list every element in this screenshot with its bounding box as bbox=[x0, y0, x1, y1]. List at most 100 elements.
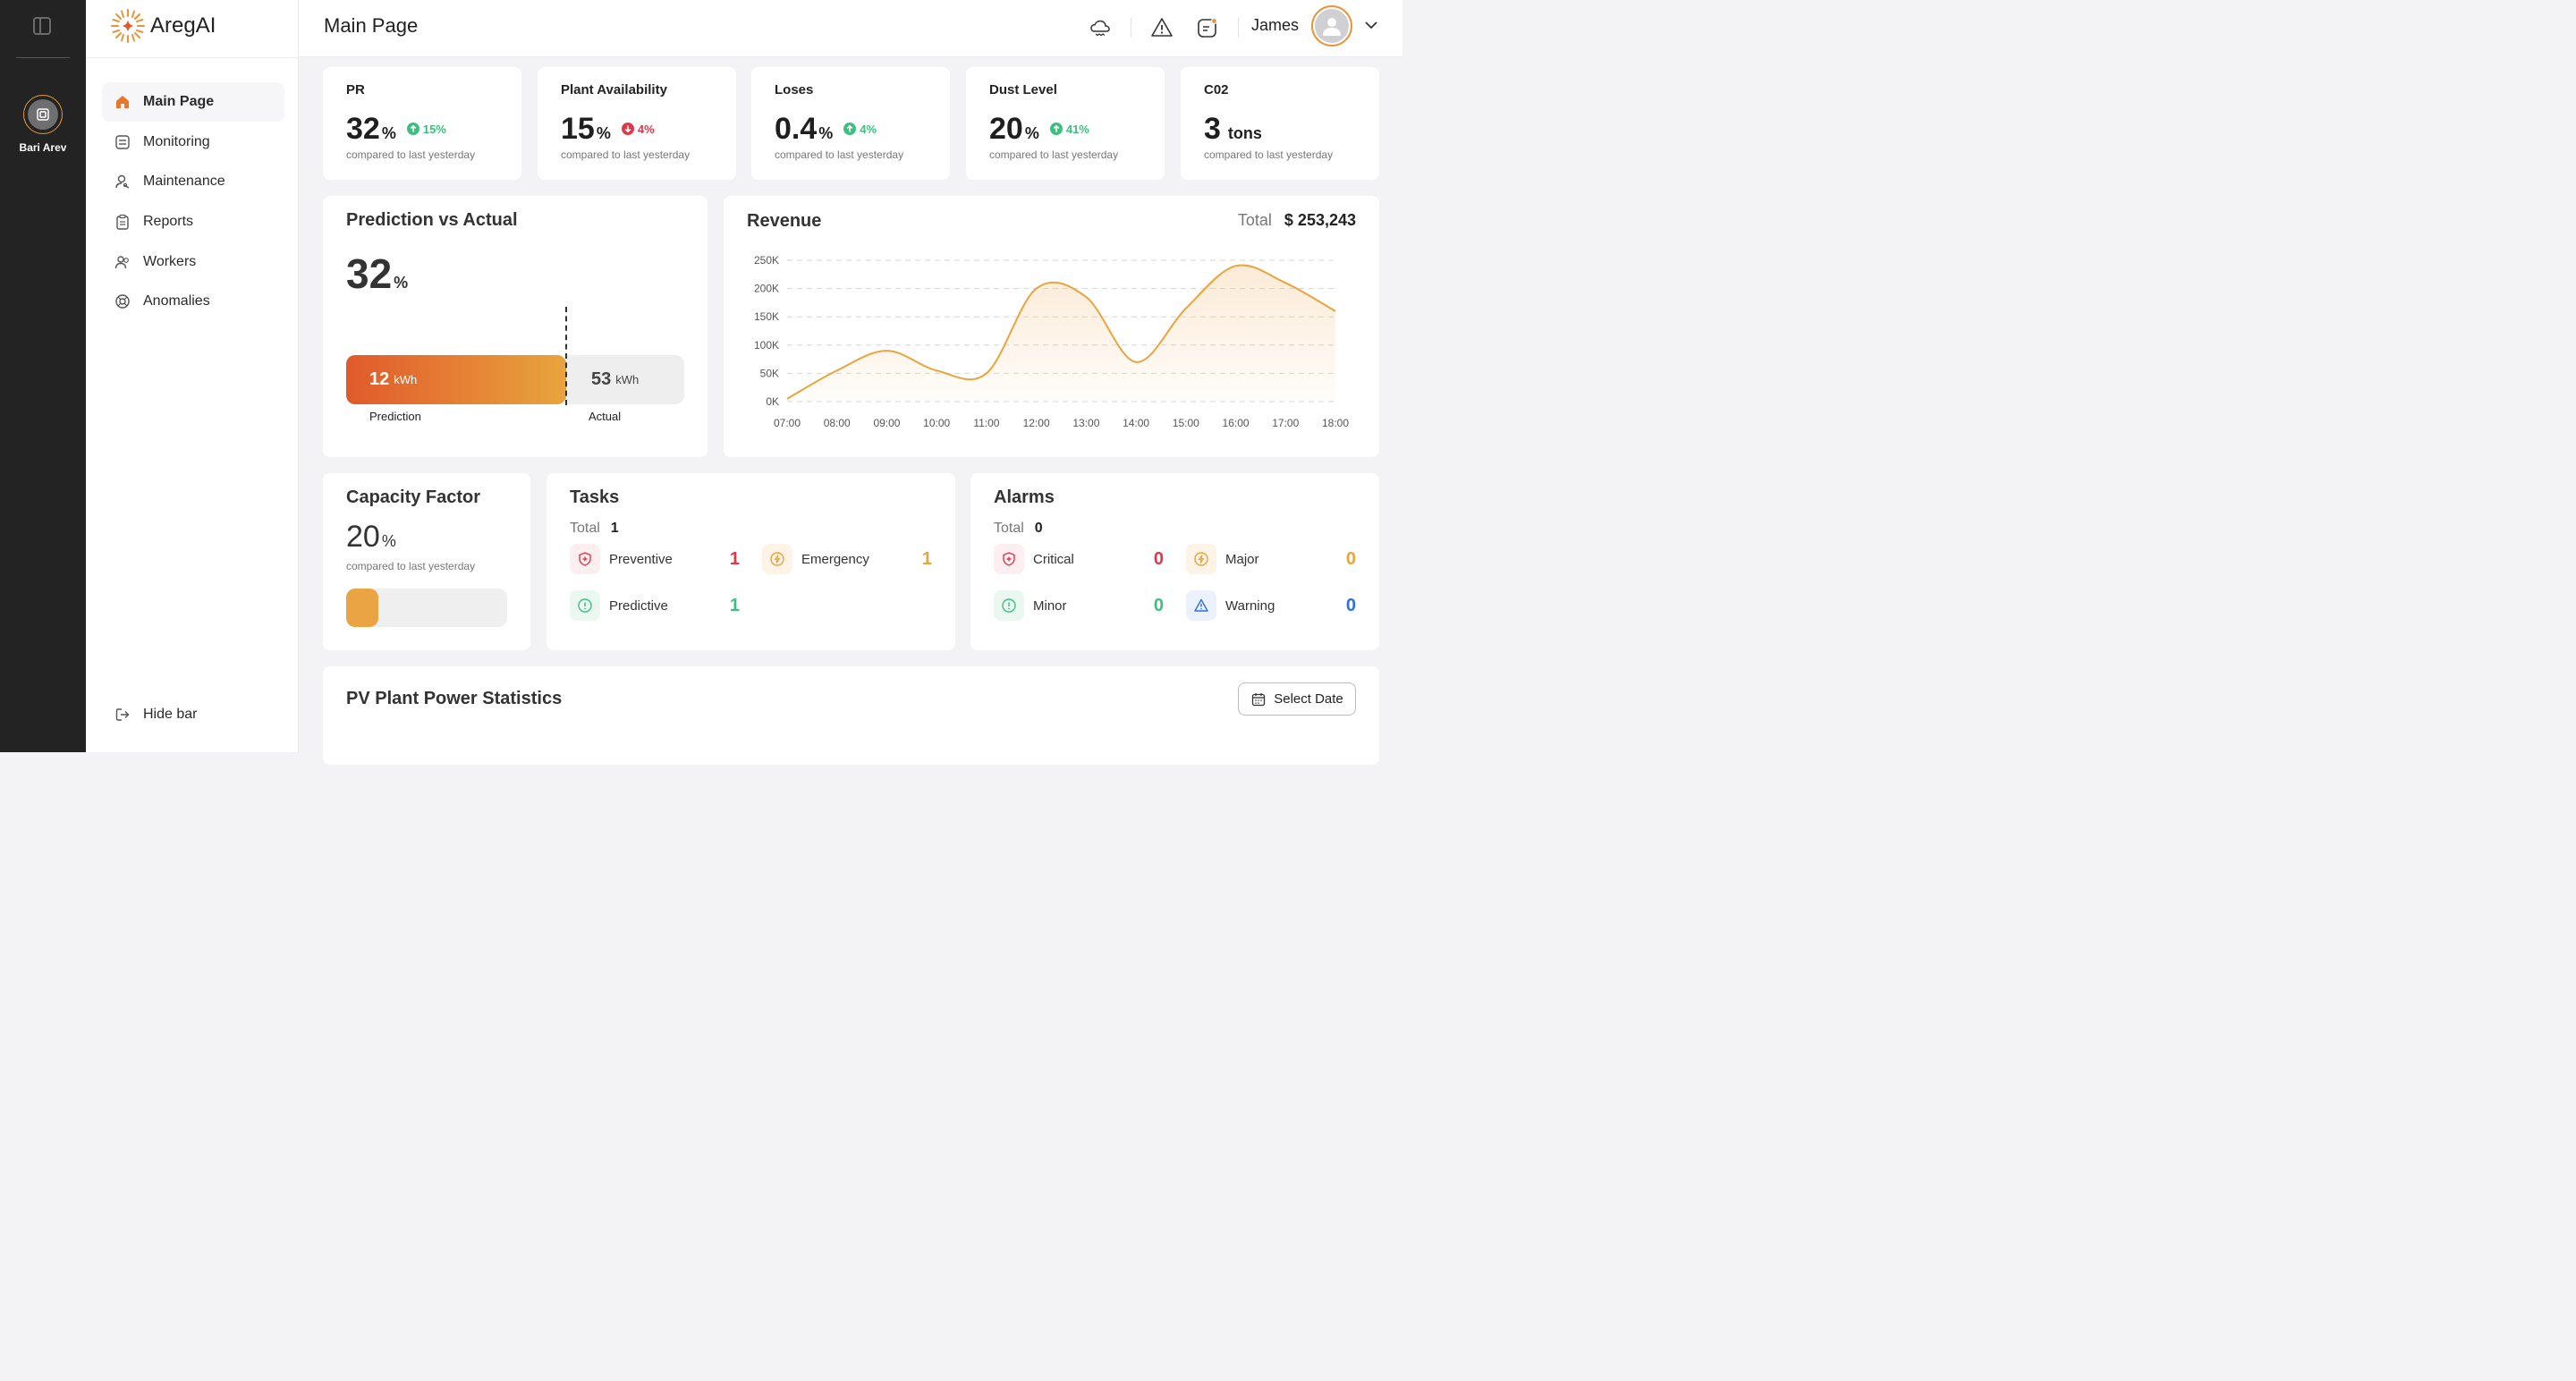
revenue-area bbox=[787, 265, 1335, 402]
hide-bar-label: Hide bar bbox=[143, 707, 198, 722]
capacity-card: Capacity Factor 20 % compared to last ye… bbox=[323, 473, 530, 650]
stat-value: 1 bbox=[729, 548, 740, 569]
top-divider bbox=[1238, 18, 1239, 38]
chevron-down-icon[interactable] bbox=[1363, 17, 1379, 38]
kpi-unit: tons bbox=[1227, 124, 1262, 142]
alarm-minor[interactable]: Minor 0 bbox=[994, 590, 1164, 621]
sidebar-item-label: Maintenance bbox=[143, 174, 225, 190]
kpi-number: 20 bbox=[989, 112, 1023, 146]
page-title: Main Page bbox=[324, 14, 419, 37]
capacity-title: Capacity Factor bbox=[346, 487, 481, 507]
hide-bar-button[interactable]: Hide bar bbox=[114, 707, 197, 723]
stat-value: 0 bbox=[1345, 548, 1356, 569]
kpi-number: 15 bbox=[561, 112, 595, 146]
sidebar-toggle-icon[interactable] bbox=[33, 17, 51, 35]
alarm-warning[interactable]: Warning 0 bbox=[1186, 590, 1356, 621]
x-tick-label: 10:00 bbox=[923, 417, 950, 429]
kpi-delta: 4% bbox=[843, 123, 877, 136]
stat-value: 0 bbox=[1153, 595, 1164, 615]
kpi-delta-value: 4% bbox=[637, 122, 655, 136]
x-tick-label: 09:00 bbox=[873, 417, 900, 429]
brand-name: AregAI bbox=[150, 13, 216, 38]
kpi-delta-value: 15% bbox=[422, 122, 446, 136]
kpi-value: 32 % 15% bbox=[346, 112, 446, 147]
sidebar-item-label: Main Page bbox=[143, 94, 215, 109]
stat-label: Preventive bbox=[609, 551, 673, 567]
x-tick-label: 14:00 bbox=[1123, 417, 1149, 429]
stat-value: 0 bbox=[1345, 595, 1356, 615]
y-tick-label: 50K bbox=[760, 367, 779, 379]
prediction-unit: kWh bbox=[394, 373, 418, 386]
kpi-card-pr: PR 32 % 15% compared to last yesterday bbox=[323, 67, 521, 180]
prediction-percent-unit: % bbox=[394, 274, 409, 292]
kpi-delta: 41% bbox=[1049, 122, 1089, 136]
actual-value: 53 bbox=[591, 369, 612, 389]
kpi-compare: compared to last yesterday bbox=[346, 148, 476, 161]
sidebar-item-anomalies[interactable]: Anomalies bbox=[102, 282, 284, 321]
alarm-critical[interactable]: Critical 0 bbox=[994, 544, 1164, 574]
capacity-number: 20 bbox=[346, 520, 380, 554]
user-name[interactable]: James bbox=[1251, 16, 1299, 35]
brand-logo[interactable]: AregAI bbox=[111, 9, 216, 43]
y-tick-label: 150K bbox=[754, 310, 779, 323]
arrow-up-circle-icon bbox=[406, 123, 419, 135]
kpi-number: 0.4 bbox=[775, 112, 818, 146]
select-date-button[interactable]: Select Date bbox=[1238, 682, 1356, 716]
kpi-compare: compared to last yesterday bbox=[775, 148, 904, 161]
kpi-title: Plant Availability bbox=[561, 82, 667, 97]
select-date-label: Select Date bbox=[1274, 691, 1343, 707]
task-emergency[interactable]: Emergency 1 bbox=[762, 544, 932, 574]
prediction-label: Prediction bbox=[369, 410, 421, 423]
capacity-progress-fill bbox=[346, 589, 378, 627]
x-tick-label: 15:00 bbox=[1173, 417, 1199, 429]
kpi-value: 0.4 % 4% bbox=[775, 112, 877, 147]
sidebar-item-monitoring[interactable]: Monitoring bbox=[102, 123, 284, 162]
prediction-percent-number: 32 bbox=[346, 250, 393, 297]
revenue-card: Revenue Total $ 253,243 0K 50K 100K 150K 200… bbox=[724, 196, 1379, 457]
sidebar-item-main-page[interactable]: Main Page bbox=[102, 82, 284, 122]
tasks-card: Tasks Total 1 Preventive 1 Emergency 1 P… bbox=[547, 473, 955, 650]
stat-value: 1 bbox=[921, 548, 932, 569]
alert-circle-icon bbox=[570, 590, 600, 621]
capacity-value: 20 % bbox=[346, 520, 396, 555]
tasks-total-value: 1 bbox=[610, 521, 619, 536]
monitor-icon bbox=[114, 134, 131, 150]
weather-icon[interactable] bbox=[1088, 15, 1113, 40]
stat-label: Critical bbox=[1033, 551, 1074, 567]
kpi-number: 32 bbox=[346, 112, 380, 146]
stat-label: Minor bbox=[1033, 597, 1067, 614]
sidebar-item-reports[interactable]: Reports bbox=[102, 202, 284, 241]
sidebar-item-workers[interactable]: Workers bbox=[102, 242, 284, 282]
rail-user-avatar[interactable] bbox=[23, 95, 63, 134]
alarms-title: Alarms bbox=[994, 487, 1055, 507]
prediction-card: Prediction vs Actual 32 % 53 kWh 12 kWh … bbox=[323, 196, 708, 457]
users-icon bbox=[114, 254, 131, 270]
notification-icon[interactable] bbox=[1195, 15, 1220, 40]
task-predictive[interactable]: Predictive 1 bbox=[570, 590, 740, 621]
alarms-total-value: 0 bbox=[1034, 521, 1043, 536]
rail-user-name: Bari Arev bbox=[19, 141, 67, 154]
revenue-chart: 0K 50K 100K 150K 200K 250K 07:00 08:00 09:00 10:… bbox=[754, 254, 1349, 429]
stat-value: 0 bbox=[1153, 548, 1164, 569]
capacity-progress bbox=[346, 589, 507, 627]
stat-label: Predictive bbox=[609, 597, 668, 614]
capacity-unit: % bbox=[381, 532, 396, 550]
maintenance-icon bbox=[114, 174, 131, 190]
task-preventive[interactable]: Preventive 1 bbox=[570, 544, 740, 574]
sidebar-item-label: Monitoring bbox=[143, 133, 210, 149]
actual-label: Actual bbox=[589, 410, 622, 423]
shield-icon bbox=[570, 544, 600, 574]
kpi-delta-value: 4% bbox=[860, 122, 877, 136]
avatar[interactable] bbox=[1311, 5, 1352, 47]
kpi-compare: compared to last yesterday bbox=[989, 148, 1119, 161]
alarm-major[interactable]: Major 0 bbox=[1186, 544, 1356, 574]
workspace-icon bbox=[37, 108, 49, 121]
stat-label: Emergency bbox=[801, 551, 869, 567]
warning-icon[interactable] bbox=[1149, 15, 1174, 40]
kpi-card-dust-level: Dust Level 20 % 41% compared to last yes… bbox=[966, 67, 1165, 180]
kpi-title: Dust Level bbox=[989, 82, 1057, 97]
sidebar-item-maintenance[interactable]: Maintenance bbox=[102, 162, 284, 201]
kpi-delta-value: 41% bbox=[1065, 122, 1089, 136]
y-tick-label: 0K bbox=[766, 395, 779, 408]
kpi-title: C02 bbox=[1204, 82, 1229, 97]
